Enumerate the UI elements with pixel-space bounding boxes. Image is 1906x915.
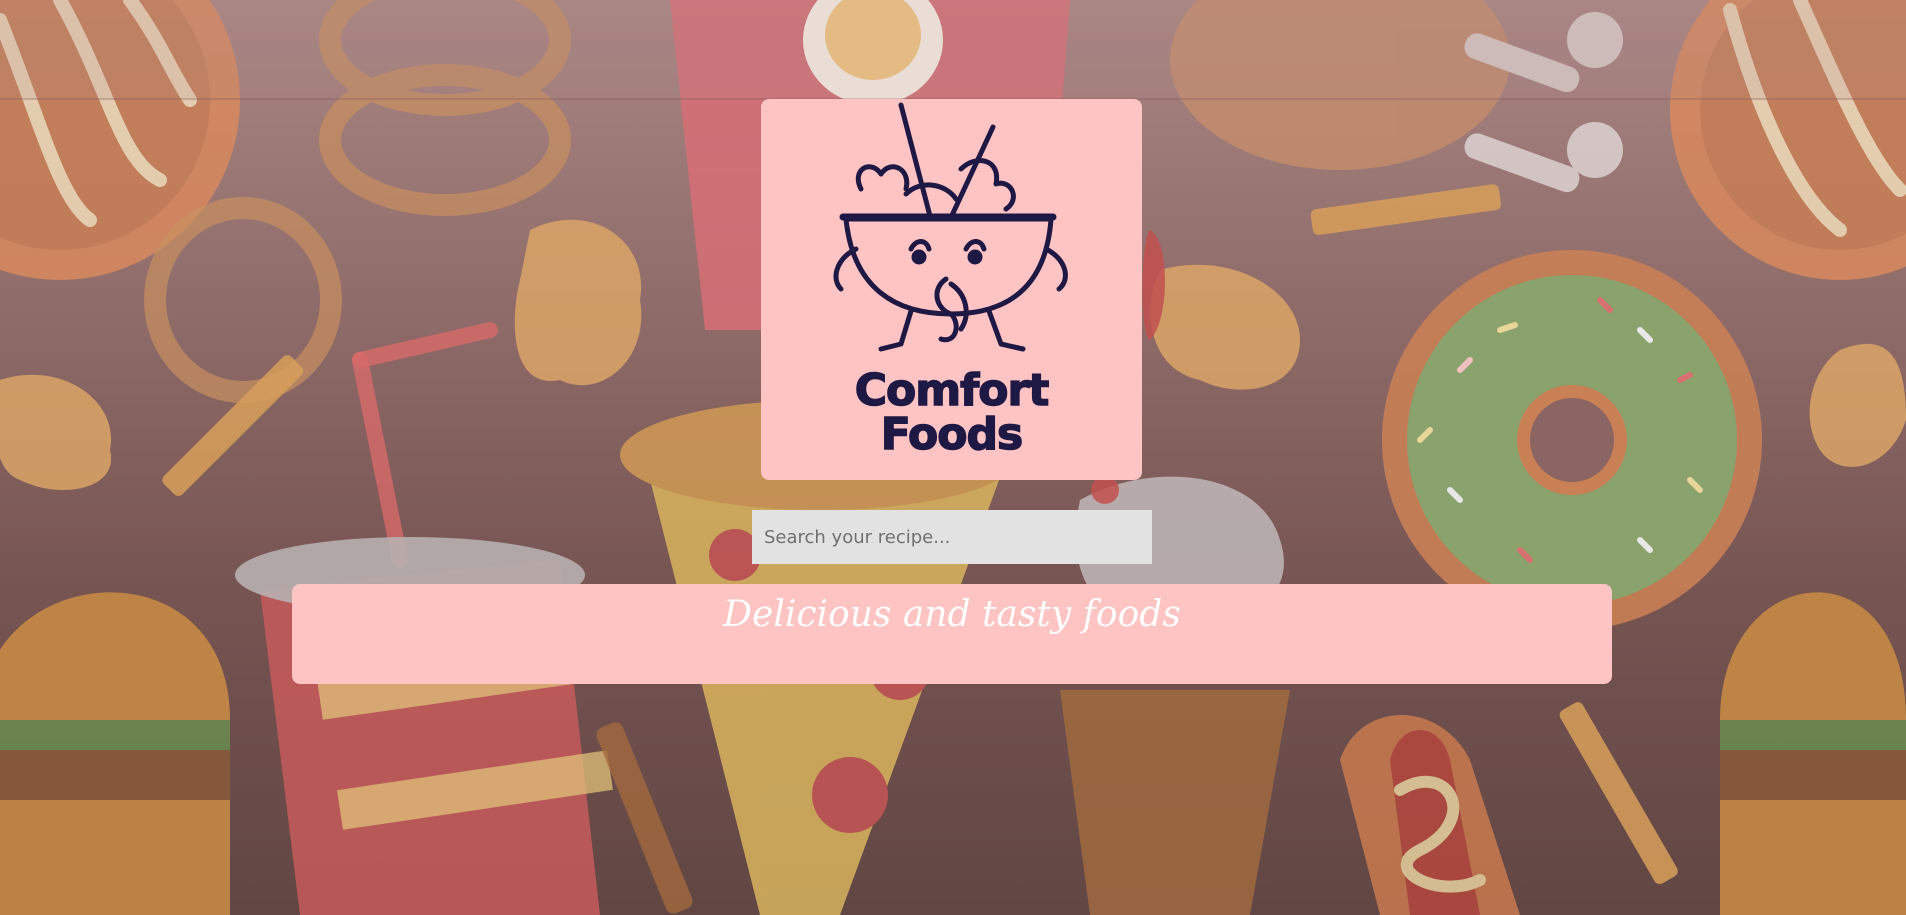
hotdog-icon bbox=[1340, 715, 1520, 915]
logo-title-line1: Comfort bbox=[854, 365, 1050, 416]
logo-card[interactable]: Comfort Foods bbox=[761, 99, 1142, 480]
tagline-banner: Delicious and tasty foods bbox=[292, 584, 1612, 684]
tagline-text: Delicious and tasty foods bbox=[723, 594, 1181, 635]
churro-icon bbox=[596, 722, 693, 914]
top-banner-strip bbox=[0, 0, 1906, 100]
page: { "logo": { "line1": "Comfort", "line2":… bbox=[0, 0, 1906, 915]
search-input[interactable] bbox=[752, 510, 1152, 564]
logo-title-line2: Foods bbox=[880, 409, 1024, 460]
donut-icon bbox=[1382, 250, 1762, 630]
